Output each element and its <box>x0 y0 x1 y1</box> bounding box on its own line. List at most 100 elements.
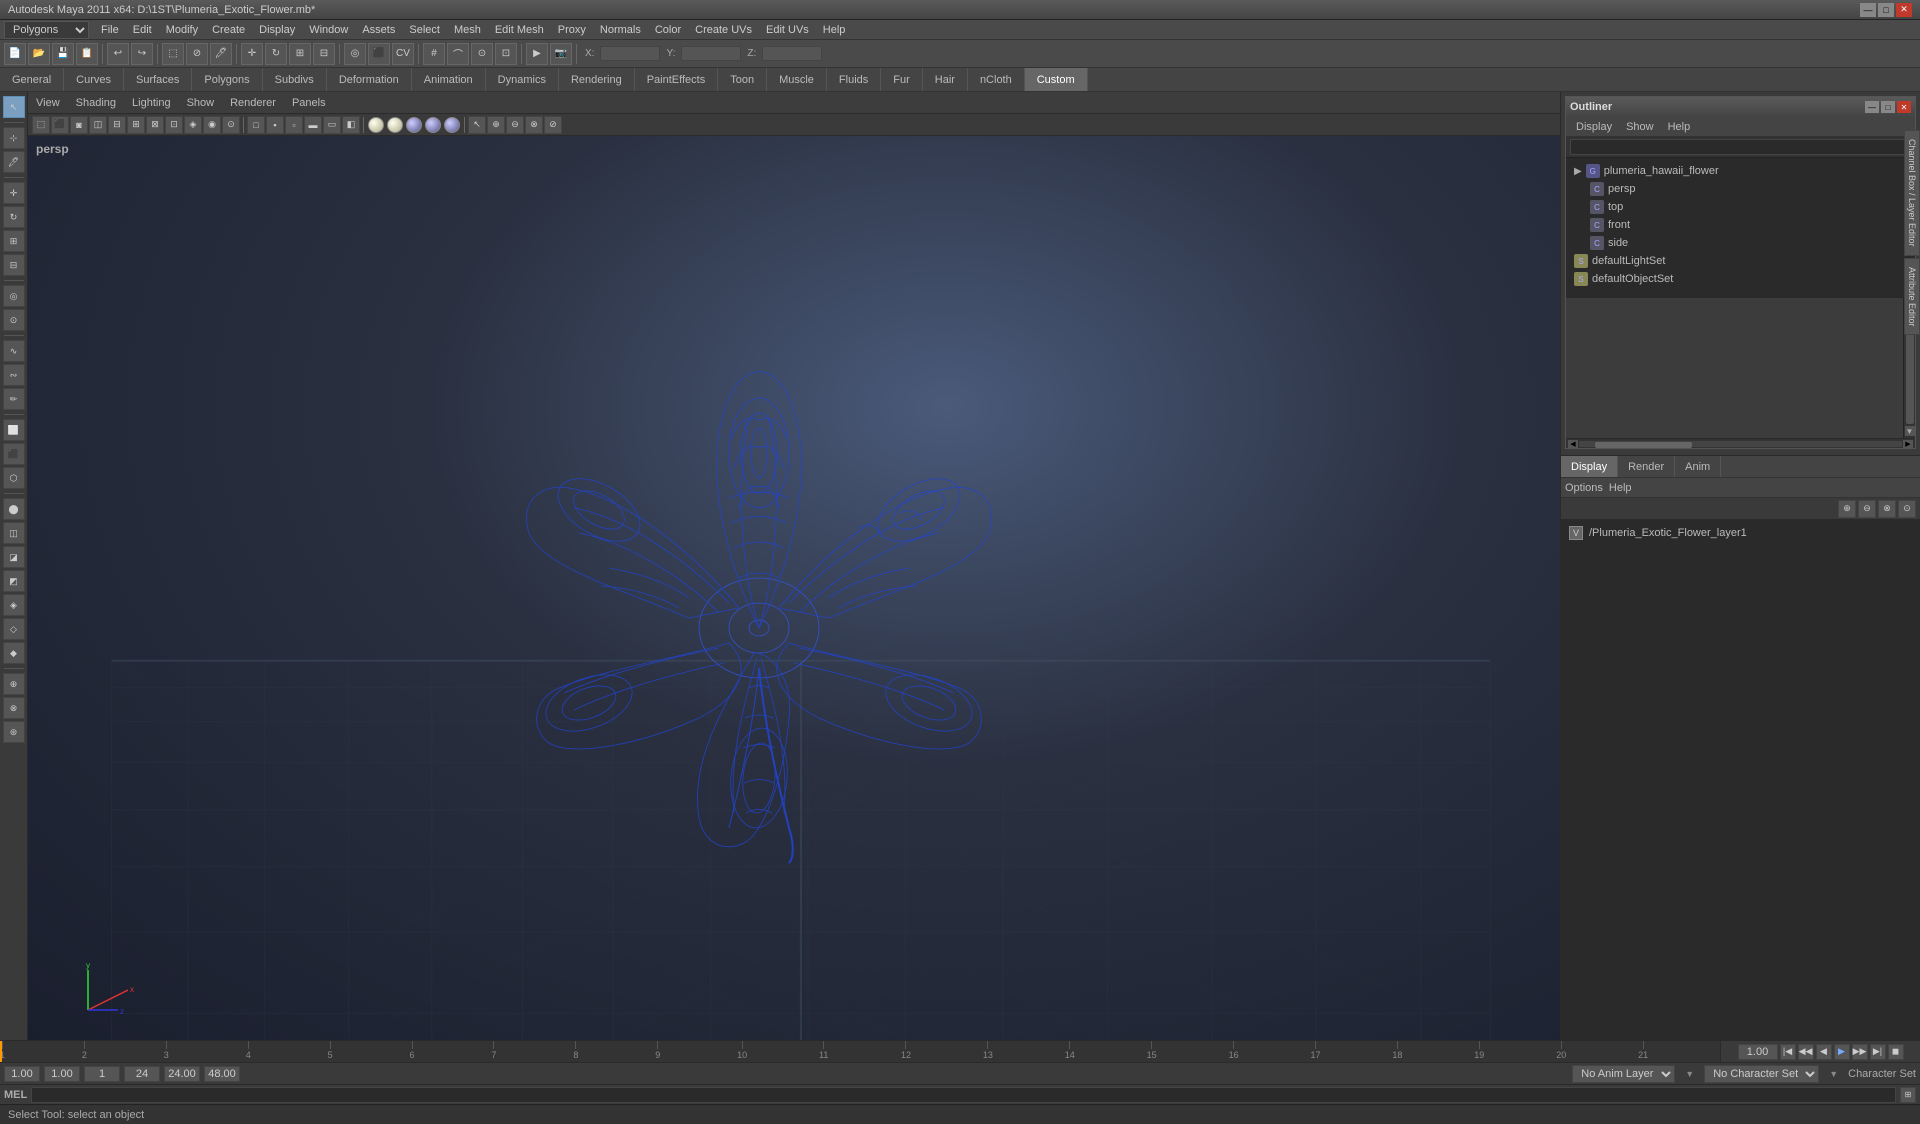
tab-custom[interactable]: Custom <box>1025 68 1088 91</box>
tool-misc-2[interactable]: ⊗ <box>3 697 25 719</box>
tool-display-4[interactable]: ◩ <box>3 570 25 592</box>
tool-face[interactable]: ⬜ <box>3 419 25 441</box>
vp-btn-shade-1[interactable]: □ <box>247 116 265 134</box>
toolbar-cv[interactable]: CV <box>392 43 414 65</box>
outliner-item-top[interactable]: C top <box>1586 198 1911 216</box>
toolbar-soft-mod[interactable]: ◎ <box>344 43 366 65</box>
layers-tab-anim[interactable]: Anim <box>1675 456 1721 477</box>
tab-dynamics[interactable]: Dynamics <box>486 68 559 91</box>
vp-btn-misc-3[interactable]: ⊖ <box>506 116 524 134</box>
outliner-item-front[interactable]: C front <box>1586 216 1911 234</box>
outliner-scroll-left[interactable]: ◀ <box>1568 440 1578 448</box>
tab-fur[interactable]: Fur <box>881 68 923 91</box>
layers-btn-2[interactable]: ⊖ <box>1858 500 1876 518</box>
tool-misc-3[interactable]: ⊛ <box>3 721 25 743</box>
range-end-input[interactable] <box>164 1066 200 1082</box>
toolbar-scale[interactable]: ⊞ <box>289 43 311 65</box>
light-sphere-3[interactable] <box>406 117 422 133</box>
vp-menu-panels[interactable]: Panels <box>288 95 330 111</box>
toolbar-lattice[interactable]: ⬛ <box>368 43 390 65</box>
menu-modify[interactable]: Modify <box>160 22 204 38</box>
tool-edge[interactable]: ⬛ <box>3 443 25 465</box>
tab-muscle[interactable]: Muscle <box>767 68 827 91</box>
tab-surfaces[interactable]: Surfaces <box>124 68 192 91</box>
x-input[interactable] <box>600 46 660 61</box>
play-step-back[interactable]: ◀ <box>1816 1044 1832 1060</box>
tab-subdivs[interactable]: Subdivs <box>263 68 327 91</box>
max-frame-input[interactable] <box>204 1066 240 1082</box>
menu-edit[interactable]: Edit <box>127 22 158 38</box>
vp-btn-3[interactable]: ◙ <box>70 116 88 134</box>
light-sphere-2[interactable] <box>387 117 403 133</box>
vp-btn-7[interactable]: ⊠ <box>146 116 164 134</box>
tool-curve-ep[interactable]: ∾ <box>3 364 25 386</box>
vp-btn-misc-1[interactable]: ↖ <box>468 116 486 134</box>
outliner-menu-show[interactable]: Show <box>1620 119 1660 135</box>
toolbar-save[interactable]: 💾 <box>52 43 74 65</box>
menu-mesh[interactable]: Mesh <box>448 22 487 38</box>
tool-move[interactable]: ✛ <box>3 182 25 204</box>
outliner-scroll-right[interactable]: ▶ <box>1903 440 1913 448</box>
vp-menu-view[interactable]: View <box>32 95 64 111</box>
vp-btn-8[interactable]: ⊡ <box>165 116 183 134</box>
mode-selector[interactable]: Polygons Surfaces Dynamics Rendering nDy… <box>4 21 89 39</box>
toolbar-save-as[interactable]: 📋 <box>76 43 98 65</box>
menu-edit-mesh[interactable]: Edit Mesh <box>489 22 550 38</box>
layers-tab-display[interactable]: Display <box>1561 456 1618 477</box>
toolbar-new[interactable]: 📄 <box>4 43 26 65</box>
light-sphere-4[interactable] <box>425 117 441 133</box>
menu-normals[interactable]: Normals <box>594 22 647 38</box>
outliner-minimize[interactable]: — <box>1865 101 1879 113</box>
tab-toon[interactable]: Toon <box>718 68 767 91</box>
menu-edit-uvs[interactable]: Edit UVs <box>760 22 815 38</box>
viewport-canvas[interactable]: persp <box>28 136 1560 1040</box>
range-end-sub-input[interactable] <box>124 1066 160 1082</box>
tool-rotate[interactable]: ↻ <box>3 206 25 228</box>
range-start-input[interactable] <box>4 1066 40 1082</box>
vp-btn-shade-2[interactable]: ▪ <box>266 116 284 134</box>
tab-polygons[interactable]: Polygons <box>192 68 262 91</box>
tool-display-6[interactable]: ◇ <box>3 618 25 640</box>
vp-menu-renderer[interactable]: Renderer <box>226 95 280 111</box>
toolbar-lasso[interactable]: ⊘ <box>186 43 208 65</box>
tool-display-2[interactable]: ◫ <box>3 522 25 544</box>
channel-box-tab[interactable]: Channel Box / Layer Editor <box>1904 130 1920 256</box>
toolbar-paint-select[interactable]: 🖊 <box>210 43 232 65</box>
tab-animation[interactable]: Animation <box>412 68 486 91</box>
layers-btn-4[interactable]: ⊙ <box>1898 500 1916 518</box>
outliner-maximize[interactable]: □ <box>1881 101 1895 113</box>
play-forward[interactable]: ▶ <box>1834 1044 1850 1060</box>
menu-file[interactable]: File <box>95 22 125 38</box>
tool-select[interactable]: ↖ <box>3 96 25 118</box>
play-go-end[interactable]: ▶| <box>1870 1044 1886 1060</box>
outliner-search[interactable] <box>1570 139 1911 155</box>
tool-universal[interactable]: ⊟ <box>3 254 25 276</box>
outliner-menu-help[interactable]: Help <box>1662 119 1697 135</box>
tool-soft[interactable]: ◎ <box>3 285 25 307</box>
vp-btn-misc-4[interactable]: ⊗ <box>525 116 543 134</box>
toolbar-snap-view[interactable]: ⊡ <box>495 43 517 65</box>
toolbar-move[interactable]: ✛ <box>241 43 263 65</box>
play-prev-key[interactable]: ◀◀ <box>1798 1044 1814 1060</box>
tool-show-manip[interactable]: ⊙ <box>3 309 25 331</box>
tool-scale[interactable]: ⊞ <box>3 230 25 252</box>
key-frame-input[interactable] <box>84 1066 120 1082</box>
vp-btn-shade-4[interactable]: ▬ <box>304 116 322 134</box>
layers-help[interactable]: Help <box>1609 482 1632 494</box>
toolbar-undo[interactable]: ↩ <box>107 43 129 65</box>
layers-btn-3[interactable]: ⊗ <box>1878 500 1896 518</box>
light-sphere-1[interactable] <box>368 117 384 133</box>
tool-display-1[interactable]: ⬤ <box>3 498 25 520</box>
vp-btn-6[interactable]: ⊞ <box>127 116 145 134</box>
vp-btn-misc-2[interactable]: ⊕ <box>487 116 505 134</box>
menu-color[interactable]: Color <box>649 22 687 38</box>
toolbar-open[interactable]: 📂 <box>28 43 50 65</box>
tab-deformation[interactable]: Deformation <box>327 68 412 91</box>
tool-lasso[interactable]: ⊹ <box>3 127 25 149</box>
tool-pencil[interactable]: ✏ <box>3 388 25 410</box>
outliner-item-persp[interactable]: C persp <box>1586 180 1911 198</box>
outliner-item-side[interactable]: C side <box>1586 234 1911 252</box>
vp-btn-misc-5[interactable]: ⊘ <box>544 116 562 134</box>
tab-rendering[interactable]: Rendering <box>559 68 635 91</box>
outliner-item-light-set[interactable]: S defaultLightSet <box>1570 252 1911 270</box>
